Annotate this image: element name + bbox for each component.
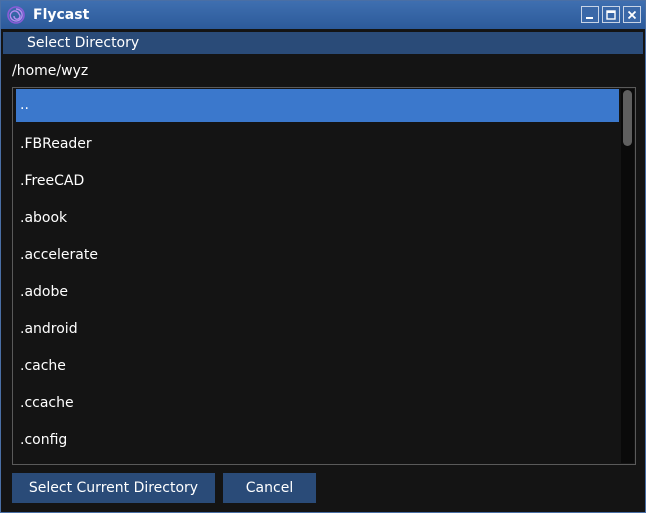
window-title: Flycast — [33, 7, 90, 23]
window-controls — [581, 6, 641, 23]
list-item[interactable]: .ccache — [16, 385, 619, 422]
close-icon — [627, 5, 637, 24]
flycast-logo-icon — [6, 5, 26, 25]
directory-list[interactable]: .. .FBReader .FreeCAD .abook .accelerate… — [12, 87, 636, 465]
maximize-icon — [606, 5, 616, 24]
minimize-button[interactable] — [581, 6, 599, 23]
app-window: Flycast Select Directory /home/wyz .. .F… — [0, 0, 646, 513]
cancel-button[interactable]: Cancel — [223, 473, 316, 503]
minimize-icon — [585, 5, 595, 24]
close-button[interactable] — [623, 6, 641, 23]
directory-list-items: .. .FBReader .FreeCAD .abook .accelerate… — [16, 89, 619, 459]
scrollbar-track[interactable] — [621, 89, 634, 463]
scrollbar-thumb[interactable] — [623, 90, 632, 146]
title-bar[interactable]: Flycast — [1, 1, 645, 29]
list-item[interactable]: .FreeCAD — [16, 163, 619, 200]
list-item[interactable]: .cache — [16, 348, 619, 385]
select-current-directory-button[interactable]: Select Current Directory — [12, 473, 215, 503]
dialog-title: Select Directory — [3, 32, 643, 54]
current-path: /home/wyz — [12, 63, 89, 79]
list-item[interactable]: .config — [16, 422, 619, 459]
list-item[interactable]: .accelerate — [16, 237, 619, 274]
list-item[interactable]: .android — [16, 311, 619, 348]
maximize-button[interactable] — [602, 6, 620, 23]
list-item-parent[interactable]: .. — [16, 89, 619, 122]
list-item[interactable]: .FBReader — [16, 126, 619, 163]
list-item[interactable]: .adobe — [16, 274, 619, 311]
list-item[interactable]: .abook — [16, 200, 619, 237]
